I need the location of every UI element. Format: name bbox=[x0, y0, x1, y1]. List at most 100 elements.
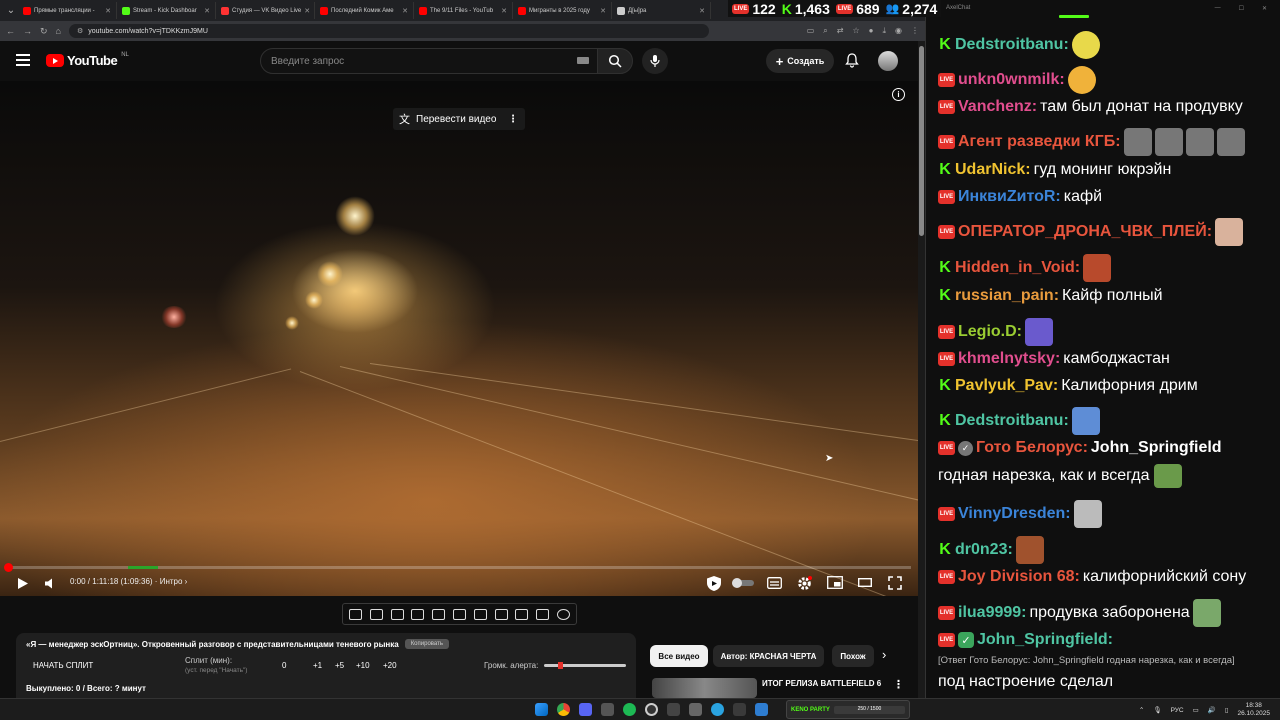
chat-username[interactable]: UdarNick: bbox=[955, 161, 1031, 179]
video-player[interactable]: 文 Перевести видео ⋮ i ➤ 0:00 / 1:11:18 (1:… bbox=[0, 81, 918, 596]
bookmark-star-icon[interactable]: ☆ bbox=[852, 26, 859, 36]
back-icon[interactable]: ← bbox=[6, 26, 15, 36]
increment-button-5[interactable]: +5 bbox=[335, 661, 344, 670]
zoom-icon[interactable]: ⌕ bbox=[823, 26, 827, 36]
cast-icon[interactable]: ▭ bbox=[807, 26, 815, 36]
cast-icon[interactable] bbox=[390, 608, 404, 620]
tab-1[interactable]: Stream - Kick Dashboar ✕ bbox=[117, 2, 216, 19]
app-icon[interactable] bbox=[689, 703, 702, 716]
close-icon[interactable]: ✕ bbox=[1262, 5, 1267, 12]
reload-icon[interactable]: ↻ bbox=[40, 26, 48, 37]
youtube-logo[interactable]: YouTube NL bbox=[46, 52, 129, 68]
play-icon[interactable] bbox=[17, 577, 29, 590]
chat-username[interactable]: Pavlyuk_Pav: bbox=[955, 377, 1058, 395]
network-icon[interactable]: ▭ bbox=[1193, 706, 1199, 714]
tab-2[interactable]: Студия — VK Видео Live ✕ bbox=[216, 2, 315, 19]
close-tab-icon[interactable]: ✕ bbox=[204, 7, 210, 15]
screen-icon[interactable] bbox=[432, 608, 446, 620]
windows-start-icon[interactable] bbox=[535, 703, 548, 716]
chip-author[interactable]: Автор: КРАСНАЯ ЧЕРТА bbox=[713, 645, 824, 667]
volume-icon[interactable]: 🔊 bbox=[1208, 706, 1216, 714]
speed-icon[interactable] bbox=[473, 608, 487, 620]
increment-button-10[interactable]: +10 bbox=[356, 661, 370, 670]
chat-username[interactable]: ИнквиZитоR: bbox=[958, 188, 1061, 206]
close-tab-icon[interactable]: ✕ bbox=[105, 7, 111, 15]
settings-gear-icon[interactable] bbox=[797, 576, 812, 591]
keyboard-icon[interactable] bbox=[577, 57, 589, 64]
chat-username[interactable]: dr0n23: bbox=[955, 541, 1013, 559]
chat-username[interactable]: Гото Белорус: bbox=[976, 439, 1088, 457]
window-icon[interactable] bbox=[494, 608, 508, 620]
loop-icon[interactable] bbox=[349, 608, 362, 620]
timer-icon[interactable] bbox=[452, 608, 466, 620]
screenshot-camera-icon[interactable] bbox=[536, 608, 550, 620]
alert-volume-slider[interactable] bbox=[544, 662, 626, 669]
autoplay-toggle[interactable] bbox=[732, 578, 754, 588]
chat-username[interactable]: Dedstroitbanu: bbox=[955, 36, 1069, 54]
page-scrollbar[interactable] bbox=[918, 41, 925, 698]
chat-username[interactable]: Vanchenz: bbox=[958, 98, 1037, 116]
tab-4[interactable]: The 9/11 Files - YouTub ✕ bbox=[414, 2, 513, 19]
kick-party-widget[interactable]: KENO PARTY 250 / 1500 bbox=[786, 700, 910, 719]
search-button[interactable] bbox=[597, 48, 633, 74]
close-tab-icon[interactable]: ✕ bbox=[402, 7, 408, 15]
audio-icon[interactable] bbox=[369, 608, 383, 620]
download-icon[interactable]: ⤓ bbox=[882, 26, 886, 36]
extension-icon[interactable]: ● bbox=[869, 26, 874, 36]
clock[interactable]: 18:38 26.10.2025 bbox=[1237, 702, 1270, 718]
volume-icon[interactable] bbox=[44, 577, 57, 590]
app-icon[interactable] bbox=[667, 703, 680, 716]
site-info-icon[interactable]: ⚙ bbox=[77, 27, 83, 35]
increment-button-20[interactable]: +20 bbox=[383, 661, 397, 670]
battery-icon[interactable]: ▯ bbox=[1225, 706, 1229, 714]
chat-username[interactable]: khmelnytsky: bbox=[958, 350, 1060, 368]
scrollbar-thumb[interactable] bbox=[919, 46, 924, 236]
chat-username[interactable]: Dedstroitbanu: bbox=[955, 412, 1069, 430]
profile-icon[interactable]: ◉ bbox=[895, 26, 902, 36]
language-indicator[interactable]: РУС bbox=[1171, 707, 1184, 714]
film-icon[interactable] bbox=[411, 608, 425, 620]
chat-username[interactable]: Агент разведки КГБ: bbox=[958, 133, 1121, 151]
obs-icon[interactable] bbox=[645, 703, 658, 716]
create-button[interactable]: + Создать bbox=[766, 49, 834, 73]
shield-icon[interactable] bbox=[706, 575, 722, 592]
maximize-icon[interactable]: ☐ bbox=[1239, 5, 1244, 12]
chat-username[interactable]: Joy Division 68: bbox=[958, 568, 1080, 586]
chat-username[interactable]: Hidden_in_Void: bbox=[955, 259, 1080, 277]
chat-username[interactable]: unkn0wnmilk: bbox=[958, 71, 1065, 89]
tab-3[interactable]: Последний Комик Аме ✕ bbox=[315, 2, 414, 19]
fullscreen-icon[interactable] bbox=[888, 576, 902, 590]
chat-username[interactable]: John_Springfield: bbox=[977, 631, 1113, 649]
drag-handle[interactable] bbox=[1059, 15, 1089, 18]
add-icon[interactable] bbox=[515, 608, 529, 620]
chip-all-videos[interactable]: Все видео bbox=[650, 645, 708, 667]
miniplayer-icon[interactable] bbox=[827, 576, 843, 589]
tab-search-icon[interactable]: ⌄ bbox=[4, 4, 18, 18]
voice-search-button[interactable] bbox=[642, 48, 668, 74]
chat-username[interactable]: ОПЕРАТОР_ДРОНА_ЧВК_ПЛЕЙ: bbox=[958, 223, 1212, 241]
home-icon[interactable]: ⌂ bbox=[56, 26, 61, 36]
telegram-icon[interactable] bbox=[711, 703, 724, 716]
minimize-icon[interactable]: — bbox=[1215, 5, 1221, 12]
subtitles-icon[interactable] bbox=[767, 577, 782, 589]
rec-more-icon[interactable]: ⋮ bbox=[893, 678, 904, 691]
browser-menu-icon[interactable]: ⋮ bbox=[911, 26, 919, 36]
translate-icon[interactable]: ⇄ bbox=[837, 26, 844, 36]
settings-gear-icon[interactable] bbox=[556, 608, 570, 620]
close-tab-icon[interactable]: ✕ bbox=[304, 7, 310, 15]
chapter-label[interactable]: Интро bbox=[160, 577, 183, 586]
chat-username[interactable]: VinnyDresden: bbox=[958, 505, 1071, 523]
tray-chevron-icon[interactable]: ⌃ bbox=[1139, 706, 1144, 714]
copy-button[interactable]: Копировать bbox=[404, 639, 449, 649]
close-tab-icon[interactable]: ✕ bbox=[501, 7, 507, 15]
rec-title[interactable]: ИТОГ РЕЛИЗА BATTLEFIELD 6 bbox=[762, 679, 881, 688]
url-field[interactable]: ⚙ youtube.com/watch?v=jTDKKzmJ9MU bbox=[68, 24, 709, 38]
discord-icon[interactable] bbox=[579, 703, 592, 716]
chrome-icon[interactable] bbox=[557, 703, 570, 716]
tab-6[interactable]: Д[ы]ра ✕ bbox=[612, 2, 711, 19]
avatar[interactable] bbox=[878, 51, 898, 71]
progress-bar[interactable] bbox=[4, 563, 911, 572]
notifications-bell-icon[interactable] bbox=[845, 53, 859, 73]
tab-0[interactable]: Прямые трансляции - ✕ bbox=[18, 2, 117, 19]
more-options-icon[interactable]: ⋮ bbox=[508, 114, 518, 125]
